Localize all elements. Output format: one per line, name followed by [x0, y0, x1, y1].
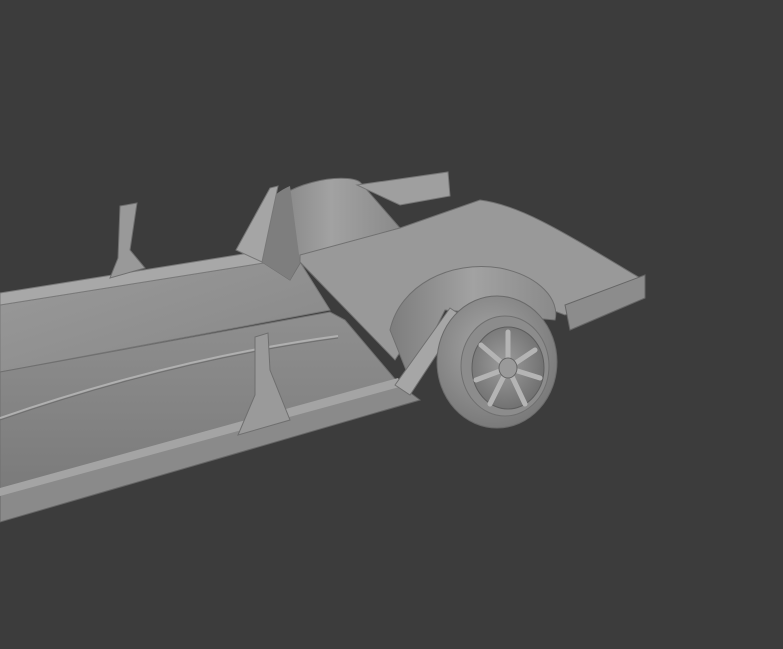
- rear-wheel[interactable]: [436, 295, 558, 429]
- b-pillar-stub[interactable]: [109, 202, 146, 279]
- wheel-rim[interactable]: [471, 326, 545, 410]
- car-chassis-model[interactable]: [0, 0, 783, 649]
- 3d-viewport[interactable]: [0, 0, 783, 649]
